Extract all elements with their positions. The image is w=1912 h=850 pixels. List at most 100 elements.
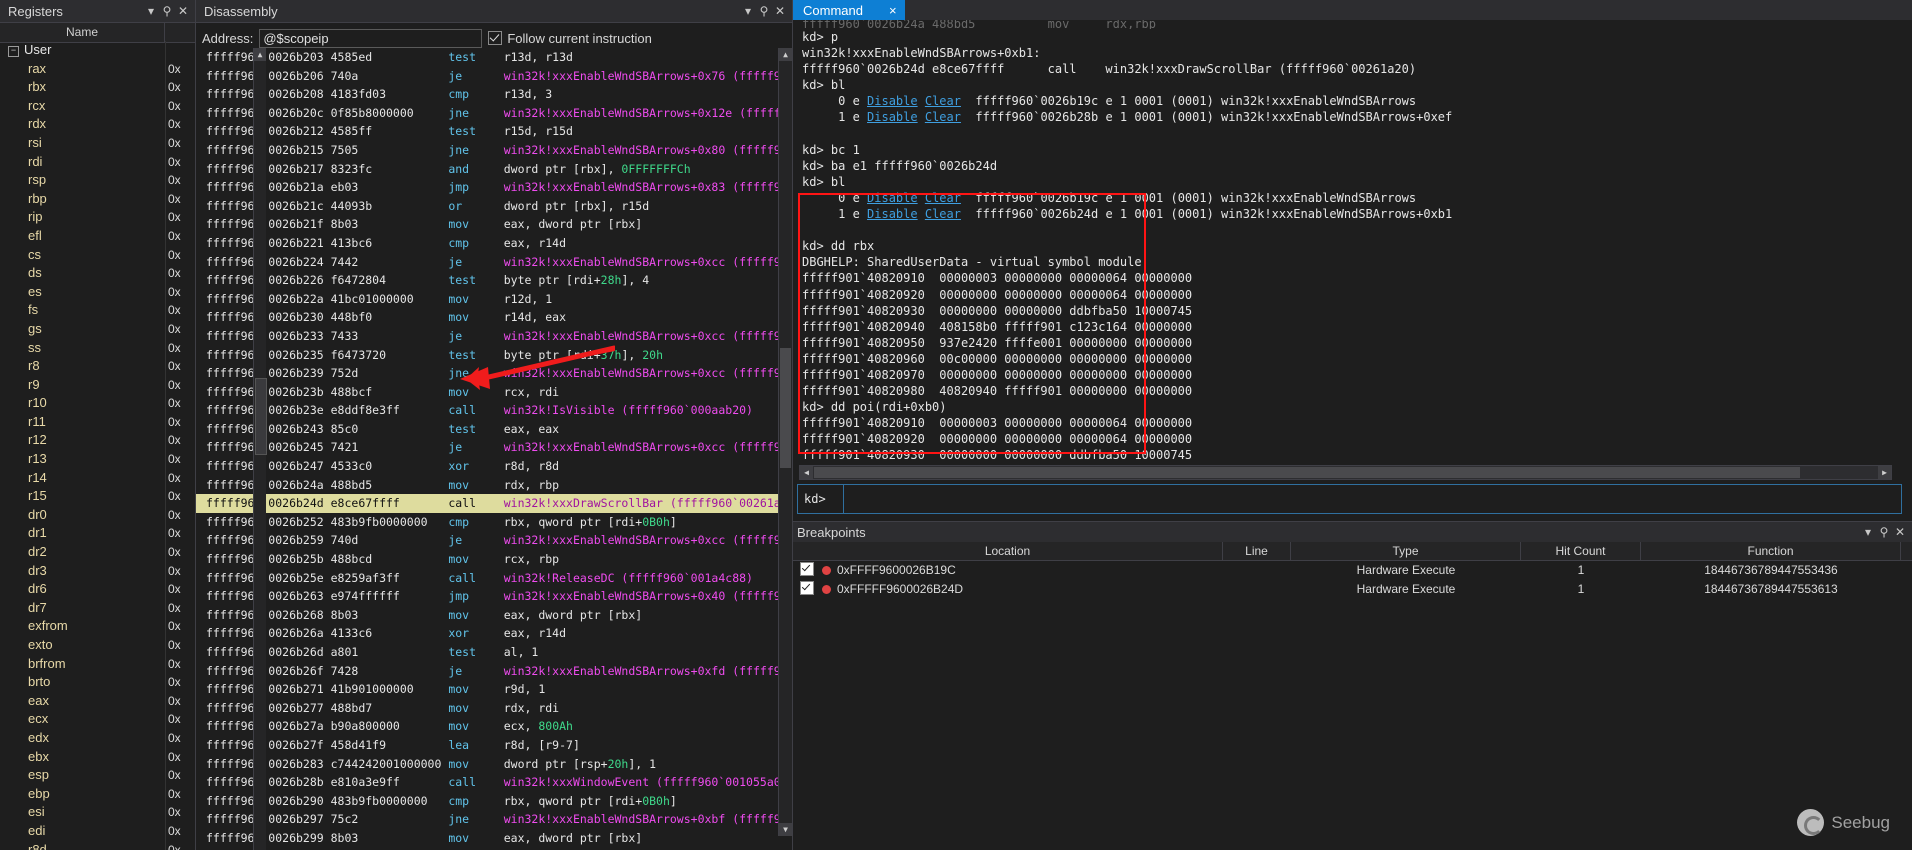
register-value[interactable]: 0x [165,598,195,618]
register-value[interactable]: 0x [165,171,195,190]
pin-icon[interactable]: ⚲ [1876,525,1892,539]
register-value[interactable]: 0x [165,821,195,841]
register-row[interactable]: rdi 0x [0,152,195,172]
command-link[interactable]: Clear [925,207,961,221]
register-row[interactable]: fs 0x [0,301,195,320]
register-value[interactable]: 0x [165,133,195,153]
register-value[interactable]: 0x [165,580,195,599]
disassembly-line[interactable]: fffff960`0026b259 740d je win32k!xxxEnab… [196,531,792,550]
disassembly-line[interactable]: fffff960`0026b217 8323fc and dword ptr [… [196,160,792,179]
command-link[interactable]: Disable [867,110,918,124]
register-row[interactable]: r9 0x [0,375,195,395]
register-row[interactable]: r14 0x [0,468,195,488]
register-value[interactable]: 0x [165,654,195,674]
disassembly-line[interactable]: fffff960`0026b268 8b03 mov eax, dword pt… [196,606,792,625]
register-value[interactable]: 0x [165,505,195,525]
register-row[interactable]: dr7 0x [0,598,195,618]
chevron-down-icon[interactable]: ▾ [143,4,159,18]
close-icon[interactable]: × [889,3,897,18]
register-value[interactable]: 0x [165,59,195,79]
disassembly-line[interactable]: fffff960`0026b21a eb03 jmp win32k!xxxEna… [196,178,792,197]
register-value[interactable]: 0x [165,710,195,729]
instruction-symbol[interactable]: win32k!xxxEnableWndSBArrows+0x12e (fffff… [504,106,792,120]
pin-icon[interactable]: ⚲ [159,4,175,18]
disassembly-line[interactable]: fffff960`0026b25e e8259af3ff call win32k… [196,569,792,588]
column-header-name[interactable]: Name [0,23,164,42]
disassembly-line[interactable]: fffff960`0026b283 c744242001000000 mov d… [196,755,792,774]
collapse-icon[interactable]: − [8,46,19,57]
follow-current-instruction-checkbox[interactable]: Follow current instruction [488,31,652,46]
register-value[interactable]: 0x [165,78,195,97]
instruction-symbol[interactable]: win32k!xxxEnableWndSBArrows+0xcc (fffff9… [504,533,792,547]
disassembly-line[interactable]: fffff960`0026b245 7421 je win32k!xxxEnab… [196,438,792,457]
breakpoint-location-cell[interactable]: 0xFFFF9600026B19C [793,561,1223,580]
disassembly-left-scrollbar[interactable]: ▲ [253,48,267,850]
register-value[interactable]: 0x [165,468,195,488]
disassembly-line[interactable]: fffff960`0026b27f 458d41f9 lea r8d, [r9-… [196,736,792,755]
disassembly-line[interactable]: fffff960`0026b239 752d jne win32k!xxxEna… [196,364,792,383]
checkbox-icon[interactable] [488,31,503,45]
tab-command[interactable]: Command × [793,0,905,20]
register-row[interactable]: r15 0x [0,487,195,506]
register-row[interactable]: brto 0x [0,673,195,692]
register-row[interactable]: r12 0x [0,431,195,451]
register-row[interactable]: exto 0x [0,636,195,655]
register-row[interactable]: ecx 0x [0,710,195,729]
column-header-function[interactable]: Function [1641,542,1901,560]
column-header-line[interactable]: Line [1223,542,1291,560]
command-link[interactable]: Clear [925,94,961,108]
register-row[interactable]: edi 0x [0,821,195,841]
register-value[interactable]: 0x [165,524,195,544]
register-value[interactable]: 0x [165,96,195,116]
disassembly-line[interactable]: fffff960`0026b27a b90a800000 mov ecx, 80… [196,717,792,736]
register-row[interactable]: rbp 0x [0,189,195,209]
register-row[interactable]: exfrom 0x [0,617,195,636]
register-row[interactable]: rbx 0x [0,78,195,97]
register-row[interactable]: ss 0x [0,338,195,358]
chevron-down-icon[interactable]: ▾ [740,4,756,18]
register-value[interactable]: 0x [165,636,195,655]
close-icon[interactable]: ✕ [1892,525,1908,539]
register-row[interactable]: ds 0x [0,264,195,283]
instruction-symbol[interactable]: win32k!xxxEnableWndSBArrows+0x80 (fffff9… [504,143,792,157]
register-value[interactable]: 0x [165,394,195,413]
instruction-symbol[interactable]: win32k!xxxEnableWndSBArrows+0x76 (fffff9… [504,69,792,83]
register-value[interactable]: 0x [165,245,195,265]
instruction-symbol[interactable]: win32k!xxxEnableWndSBArrows+0xcc (fffff9… [504,329,792,343]
register-row[interactable]: r8 0x [0,357,195,376]
disassembly-line[interactable]: fffff960`0026b21c 44093b or dword ptr [r… [196,197,792,216]
register-row[interactable]: edx 0x [0,728,195,748]
scroll-up-arrow-icon[interactable]: ▲ [779,48,792,61]
register-value[interactable]: 0x [165,431,195,451]
close-icon[interactable]: ✕ [175,4,191,18]
disassembly-line[interactable]: fffff960`0026b26f 7428 je win32k!xxxEnab… [196,662,792,681]
register-row[interactable]: dr2 0x [0,543,195,562]
register-row[interactable]: r13 0x [0,450,195,469]
register-row[interactable]: eax 0x [0,691,195,711]
column-header-value[interactable] [164,23,195,42]
register-value[interactable]: 0x [165,803,195,822]
instruction-symbol[interactable]: win32k!xxxEnableWndSBArrows+0x83 (fffff9… [504,180,792,194]
scroll-down-arrow-icon[interactable]: ▼ [779,823,792,836]
register-value[interactable]: 0x [165,728,195,748]
register-value[interactable]: 0x [165,264,195,283]
disassembly-line[interactable]: fffff960`0026b23b 488bcf mov rcx, rdi [196,383,792,402]
register-value[interactable]: 0x [165,226,195,246]
register-row[interactable]: rsp 0x [0,171,195,190]
column-header-type[interactable]: Type [1291,542,1521,560]
register-value[interactable]: 0x [165,301,195,320]
register-row[interactable]: dr1 0x [0,524,195,544]
command-hscrollbar[interactable]: ◀ ▶ [799,465,1892,480]
instruction-symbol[interactable]: win32k!xxxEnableWndSBArrows+0xfd (fffff9… [504,664,792,678]
register-row[interactable]: ebp 0x [0,784,195,804]
register-value[interactable]: 0x [165,543,195,562]
disassembly-line[interactable]: fffff960`0026b226 f6472804 test byte ptr… [196,271,792,290]
register-value[interactable]: 0x [165,487,195,506]
register-value[interactable]: 0x [165,189,195,209]
register-value[interactable]: 0x [165,840,195,850]
close-icon[interactable]: ✕ [772,4,788,18]
instruction-symbol[interactable]: win32k!xxxEnableWndSBArrows+0xbf (fffff9… [504,812,792,826]
register-value[interactable]: 0x [165,282,195,302]
address-input[interactable]: @$scopeip [259,28,483,48]
registers-list[interactable]: − User rax 0x rbx 0x rcx 0x rdx 0x rsi 0x rdi 0x rsp 0… [0,41,195,850]
